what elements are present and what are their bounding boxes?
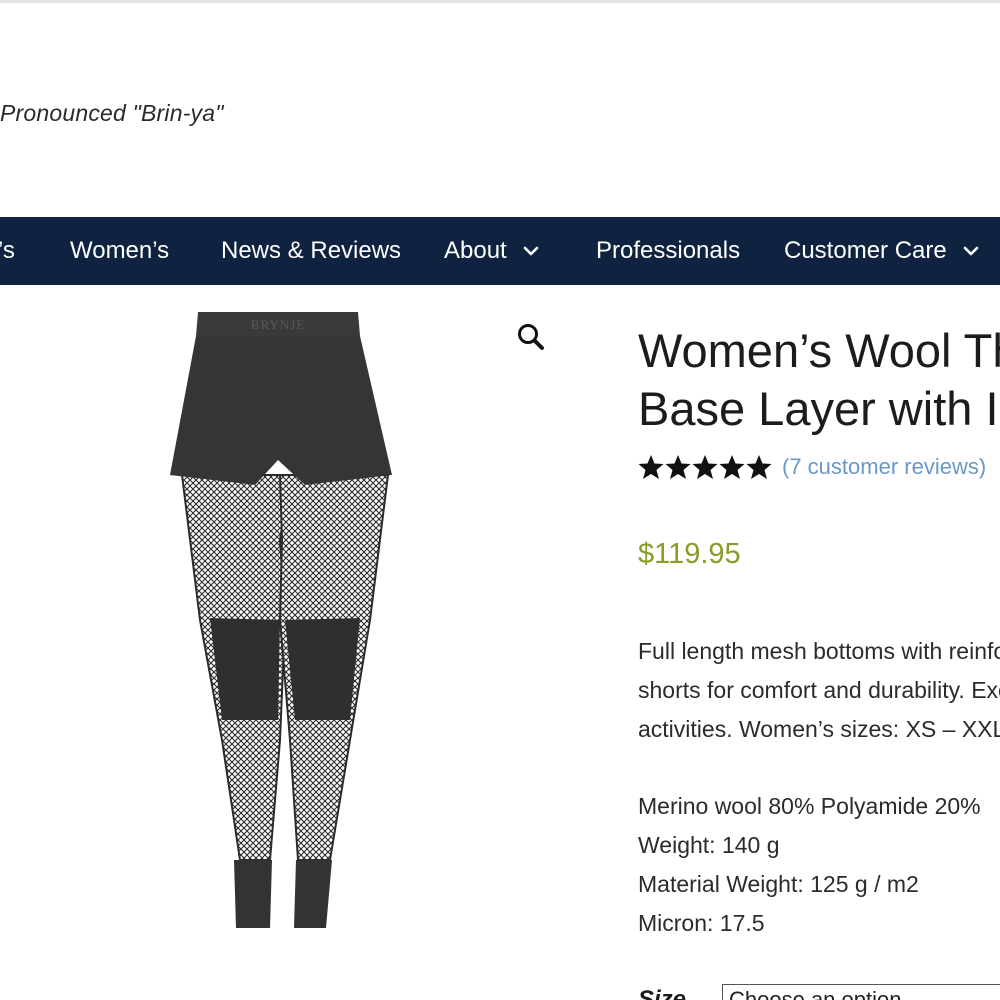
spec-line: Micron: 17.5 [638, 910, 765, 936]
nav-item-label: About [444, 237, 507, 264]
size-select[interactable]: Choose an option [722, 984, 1000, 1000]
product-description: Full length mesh bottoms with reinfo sho… [638, 632, 1000, 749]
nav-item-label: Women’s [70, 237, 170, 264]
brand-text: BRYNJE [251, 317, 305, 332]
magnifier-icon[interactable] [514, 320, 548, 354]
top-divider [0, 0, 1000, 3]
product-price: $119.95 [638, 538, 741, 570]
customer-reviews-link[interactable]: (7 customer reviews) [782, 454, 986, 480]
page: Pronounced "Brin-ya" ’s Women’s News & R… [0, 0, 1000, 1000]
nav-item-label: Customer Care [784, 237, 947, 264]
chevron-down-icon [963, 216, 979, 284]
site-tagline: Pronounced "Brin-ya" [0, 100, 224, 126]
product-specs: Merino wool 80% Polyamide 20% Weight: 14… [638, 787, 1000, 943]
nav-item-label: Professionals [596, 237, 741, 264]
nav-item-professionals[interactable]: Professionals [596, 217, 740, 285]
spec-line: Weight: 140 g [638, 832, 780, 858]
product-title-line-1: Women’s Wool Th [638, 324, 1000, 377]
description-line: shorts for comfort and durability. Exc [638, 677, 1000, 703]
main-navigation: ’s Women’s News & Reviews About Professi… [0, 217, 1000, 285]
nav-item-label: News & Reviews [221, 237, 402, 264]
nav-item-about[interactable]: About [444, 217, 539, 285]
spec-line: Material Weight: 125 g / m2 [638, 871, 919, 897]
nav-item-label: ’s [0, 237, 15, 264]
product-title-line-2: Base Layer with In [638, 382, 1000, 435]
product-image[interactable]: BRYNJE [130, 300, 420, 940]
nav-item-customer-care[interactable]: Customer Care [784, 217, 979, 285]
description-line: activities. Women’s sizes: XS – XXL. [638, 716, 1000, 742]
star-rating-icon [638, 455, 772, 479]
nav-item-womens[interactable]: Women’s [70, 217, 169, 285]
size-label: Size [638, 986, 687, 1000]
nav-item-mens[interactable]: ’s [0, 217, 15, 285]
chevron-down-icon [523, 216, 539, 284]
description-line: Full length mesh bottoms with reinfo [638, 638, 1000, 664]
product-title: Women’s Wool Th Base Layer with In [638, 322, 1000, 438]
nav-item-news-reviews[interactable]: News & Reviews [221, 217, 401, 285]
spec-line: Merino wool 80% Polyamide 20% [638, 793, 981, 819]
